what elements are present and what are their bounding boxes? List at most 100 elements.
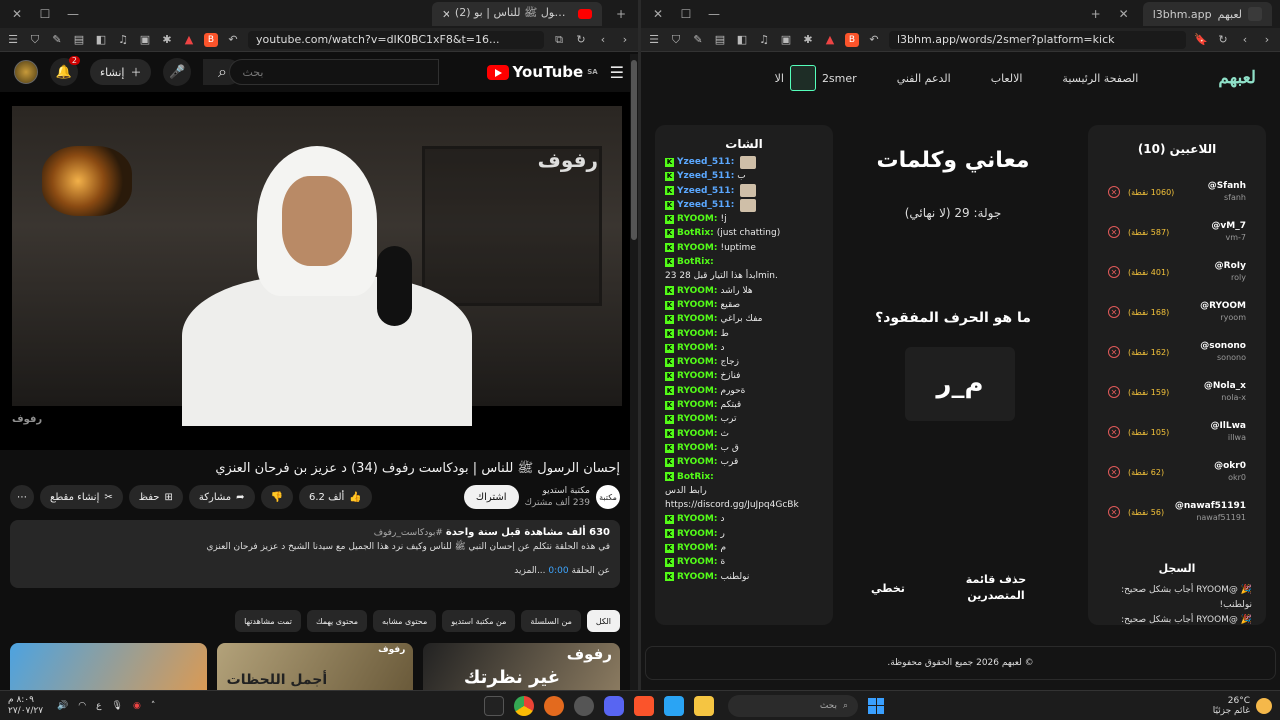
reading-icon[interactable]: ▤ [72,33,86,47]
sidebar-icon[interactable]: ◧ [94,33,108,47]
voice-search-icon[interactable]: 🎤 [163,58,192,86]
chat-username[interactable]: RYOOM: [677,241,718,255]
forward-icon[interactable]: › [1260,33,1274,47]
chip-channel[interactable]: من مكتبة استديو [442,610,516,632]
chat-username[interactable]: RYOOM: [677,570,718,584]
chat-username[interactable]: RYOOM: [677,327,718,341]
music-icon[interactable]: ♫ [757,33,771,47]
chevron-up-icon[interactable]: ˄ [151,701,156,711]
chat-username[interactable]: Yzeed_511: [677,169,734,183]
chat-username[interactable]: Yzeed_511: [677,184,734,198]
music-icon[interactable]: ♫ [116,33,130,47]
chat-username[interactable]: RYOOM: [677,512,718,526]
new-tab-icon[interactable]: + [1087,7,1105,21]
search-input[interactable]: بحث [229,59,440,85]
remove-player-icon[interactable]: ✕ [1108,386,1120,398]
language-indicator[interactable]: ع [96,701,101,711]
chip-watched[interactable]: تمت مشاهدتها [235,610,301,632]
video-thumbnail[interactable]: غير نظرتك رفوف [423,643,621,690]
skip-button[interactable]: تخطي [871,582,905,595]
epic-games-icon[interactable] [484,695,505,716]
chat-username[interactable]: RYOOM: [677,455,718,469]
remove-player-icon[interactable]: ✕ [1108,266,1120,278]
windows-start-icon[interactable] [868,697,885,714]
screenshot-icon[interactable]: ▣ [138,33,152,47]
extension-icon[interactable]: ✎ [50,33,64,47]
weather-widget[interactable]: 26°C غائم جزئيًا [1213,696,1272,716]
menu-icon[interactable]: ☰ [647,33,661,47]
obs-icon[interactable] [574,695,595,716]
firefox-icon[interactable] [544,695,565,716]
chat-username[interactable]: RYOOM: [677,541,718,555]
dislike-button[interactable]: 👎 [260,485,293,509]
reading-icon[interactable]: ▤ [713,33,727,47]
page-scrollbar[interactable] [630,54,638,690]
chat-username[interactable]: RYOOM: [677,312,718,326]
clip-button[interactable]: إنشاء مقطع ✂ [40,485,123,509]
brave-shield-icon[interactable]: B [845,32,859,47]
menu-icon[interactable]: ☰ [6,33,20,47]
chat-username[interactable]: RYOOM: [677,284,718,298]
remove-player-icon[interactable]: ✕ [1108,506,1120,518]
address-bar[interactable]: l3bhm.app/words/2smer?platform=kick [889,30,1186,49]
remove-player-icon[interactable]: ✕ [1108,346,1120,358]
like-button[interactable]: 6.2 ألف 👍 [299,485,372,509]
video-thumbnail[interactable] [10,643,207,690]
alert-icon[interactable]: ▲ [182,33,196,47]
chat-username[interactable]: RYOOM: [677,441,718,455]
copy-link-icon[interactable]: ⧉ [552,33,566,47]
bookmark-icon[interactable]: ↶ [867,33,881,47]
address-bar[interactable]: youtube.com/watch?v=dIK0BC1xF8&t=16... [248,30,544,49]
share-button[interactable]: مشاركة ➦ [188,485,255,509]
shield-icon[interactable]: ⛉ [28,33,42,47]
chip-for-you[interactable]: محتوى يهمك [306,610,368,632]
create-button[interactable]: إنشاء ＋ [90,59,152,85]
maximize-icon[interactable]: ☐ [677,7,695,21]
video-thumbnail[interactable]: أجمل اللحظات رفوف [216,643,414,690]
hashtag[interactable]: #بودكاست_رفوف [374,528,443,538]
more-actions-button[interactable]: ⋯ [10,485,34,509]
youtube-logo[interactable]: YouTube SA [486,63,598,81]
browser-tab-youtube[interactable]: ✕ (2) إحسان الرسول ﷺ للناس | بو [432,2,602,26]
maximize-icon[interactable]: ☐ [36,7,54,21]
chat-username[interactable]: RYOOM: [677,298,718,312]
network-icon[interactable]: ◠ [78,701,86,711]
user-avatar[interactable] [14,60,38,84]
chat-username[interactable]: Yzeed_511: [677,198,734,212]
nav-support[interactable]: الدعم الفني [897,72,951,85]
notifications-bell-icon[interactable]: 🔔 2 [50,56,80,86]
bookmark-add-icon[interactable]: 🔖 [1194,33,1208,47]
video-description[interactable]: 630 ألف مشاهدة قبل سنة واحدة #بودكاست_رف… [10,520,620,588]
chat-username[interactable]: RYOOM: [677,341,718,355]
chat-username[interactable]: RYOOM: [677,355,718,369]
chat-username[interactable]: RYOOM: [677,412,718,426]
screenshot-icon[interactable]: ▣ [779,33,793,47]
chat-username[interactable]: RYOOM: [677,527,718,541]
nav-user[interactable]: 2smer الا [775,65,857,91]
reload-icon[interactable]: ↻ [574,33,588,47]
chat-username[interactable]: RYOOM: [677,555,718,569]
tab-close-icon[interactable]: ✕ [1115,7,1133,21]
chrome-icon[interactable] [514,695,535,716]
back-icon[interactable]: ‹ [596,33,610,47]
chat-username[interactable]: RYOOM: [677,398,718,412]
back-icon[interactable]: ‹ [1238,33,1252,47]
remove-leaderboard-button[interactable]: حذف قائمة المتصدرين [961,572,1031,604]
reload-icon[interactable]: ↻ [1216,33,1230,47]
brave-taskbar-icon[interactable] [634,695,655,716]
close-window-icon[interactable]: ✕ [8,7,26,21]
minimize-icon[interactable]: — [64,7,82,21]
sidebar-icon[interactable]: ◧ [735,33,749,47]
chat-username[interactable]: RYOOM: [677,369,718,383]
video-player[interactable]: رفوف رفوف [0,92,630,450]
chat-username[interactable]: RYOOM: [677,212,718,226]
shield-icon[interactable]: ⛉ [669,33,683,47]
bookmark-icon[interactable]: ↶ [226,33,240,47]
app-tray-icon[interactable]: ◉ [133,701,141,711]
alert-icon[interactable]: ▲ [823,33,837,47]
remove-player-icon[interactable]: ✕ [1108,426,1120,438]
forward-icon[interactable]: › [618,33,632,47]
chat-username[interactable]: BotRix: [677,226,714,240]
chat-username[interactable]: RYOOM: [677,384,718,398]
chip-similar[interactable]: محتوى مشابه [373,610,437,632]
